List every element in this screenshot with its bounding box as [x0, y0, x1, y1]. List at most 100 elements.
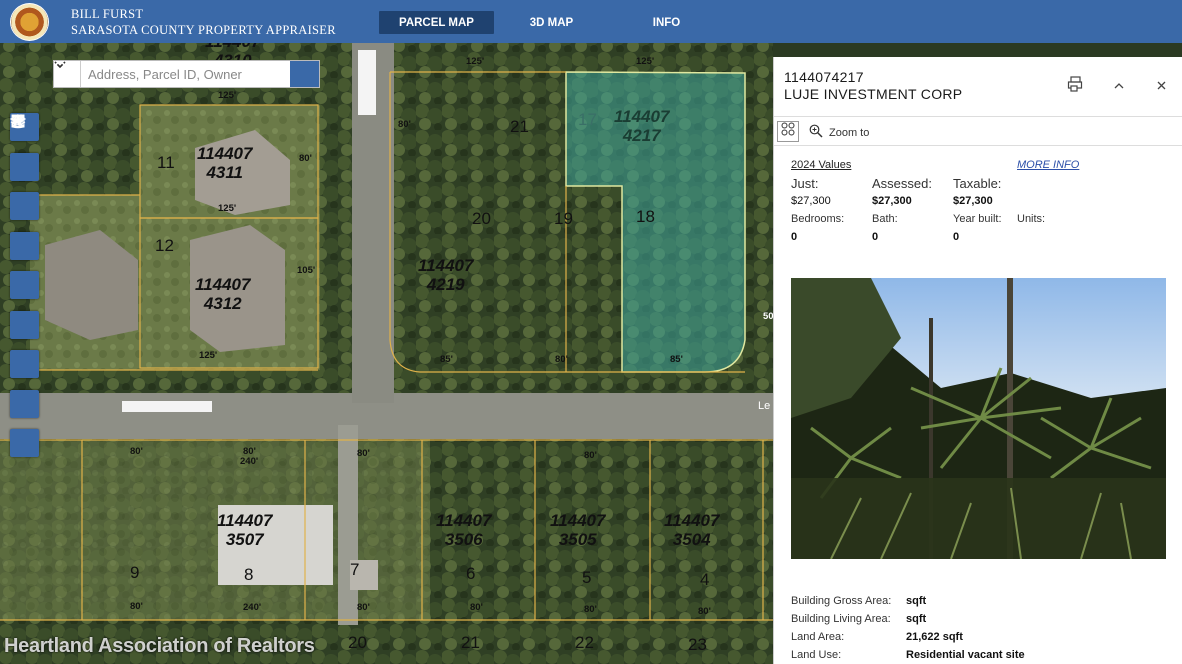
lot-number: 21	[461, 633, 480, 652]
tab-info[interactable]: INFO	[609, 11, 724, 34]
land-area-value: 21,622 sqft	[906, 631, 963, 643]
parcel-label-line1: 114407	[550, 511, 606, 530]
parcel-label-4217: 114407 4217	[614, 107, 669, 145]
lot-number: 6	[466, 564, 476, 583]
tab-parcel-map[interactable]: PARCEL MAP	[379, 11, 494, 34]
dimension-label: 240'	[240, 456, 259, 467]
lot-number: 9	[130, 563, 140, 582]
land-area-label: Land Area:	[791, 631, 845, 643]
parcel-label-4311: 114407 4311	[197, 144, 252, 182]
close-button[interactable]	[1152, 77, 1170, 95]
location-button[interactable]	[10, 115, 39, 457]
street-label: Le	[758, 400, 771, 412]
bedrooms-label: Bedrooms:	[791, 213, 845, 225]
parcel-id: 1144074217	[784, 69, 864, 85]
brand-office: SARASOTA COUNTY PROPERTY APPRAISER	[71, 23, 336, 37]
parcel-label-line1: 114407	[418, 256, 474, 275]
collapse-button[interactable]	[1110, 77, 1128, 95]
search-input[interactable]	[81, 61, 290, 87]
table-button[interactable]	[10, 115, 39, 418]
watermark: Heartland Association of Realtors	[4, 635, 315, 657]
search-bar	[53, 60, 320, 88]
dimension-label: 50	[763, 311, 773, 322]
dimension-label: 125'	[218, 90, 237, 101]
search-button[interactable]	[54, 61, 319, 87]
lot-number: 23	[688, 635, 707, 654]
lot-number: 11	[157, 153, 175, 172]
lot-number: 5	[582, 568, 592, 587]
lot-number: 22	[575, 633, 594, 652]
dimension-label: 105'	[297, 265, 316, 276]
parcel-label-line2: 4219	[426, 275, 465, 294]
dimension-label: 80'	[130, 601, 143, 612]
zoom-in-icon	[809, 124, 823, 141]
lot-number: 18	[636, 207, 655, 226]
zoom-to-label: Zoom to	[829, 126, 870, 139]
property-photo[interactable]	[791, 278, 1166, 559]
grid-icon	[781, 122, 795, 141]
top-header: BILL FURST SARASOTA COUNTY PROPERTY APPR…	[0, 0, 1182, 43]
parcel-label-line2: 4311	[206, 163, 244, 182]
building-gross-area-value: sqft	[906, 595, 927, 607]
dimension-label: 85'	[670, 354, 683, 365]
lot-number: 17	[578, 110, 597, 129]
parcel-label-line2: 3505	[558, 530, 597, 549]
dimension-label: 125'	[636, 56, 655, 67]
chevron-up-icon	[1114, 77, 1124, 95]
parcel-label-line2: 3504	[672, 530, 711, 549]
lot-number: 4	[700, 570, 710, 589]
draw-button[interactable]	[10, 116, 39, 260]
year-built-value: 0	[953, 231, 960, 243]
just-label: Just:	[791, 176, 819, 191]
lot-number: 8	[244, 565, 254, 584]
lot-number: 20	[472, 209, 491, 228]
assessed-value: $27,300	[872, 195, 912, 207]
dimension-label: 80'	[299, 153, 312, 164]
dimension-label: 125'	[218, 203, 237, 214]
measure-button[interactable]	[10, 114, 39, 220]
land-use-label: Land Use:	[791, 649, 842, 661]
building-living-area-label: Building Living Area:	[791, 613, 891, 625]
property-photo-image	[791, 278, 1166, 559]
dimension-label: 80'	[357, 602, 370, 613]
land-use-value: Residential vacant site	[906, 649, 1025, 661]
bath-label: Bath:	[872, 213, 898, 225]
building-living-area-value: sqft	[906, 613, 927, 625]
owner-name: LUJE INVESTMENT CORP	[784, 86, 963, 102]
dimension-label: 80'	[584, 604, 597, 615]
parcel-label-line2: 4217	[622, 126, 661, 145]
dimension-label: 125'	[199, 350, 218, 361]
dimension-label: 80'	[555, 354, 568, 365]
parcel-label-3504: 114407 3504	[664, 511, 719, 549]
tab-3d-map[interactable]: 3D MAP	[494, 11, 609, 34]
app-root: BILL FURST SARASOTA COUNTY PROPERTY APPR…	[0, 0, 1182, 664]
parcel-map[interactable]: 114407 4311 114407 4312 114407 4219 114407 4…	[0, 43, 773, 664]
dimension-label: 80'	[584, 450, 597, 461]
parcel-label-line1: 114407	[614, 107, 670, 126]
dimension-label: 80'	[243, 446, 256, 457]
print-button[interactable]	[10, 114, 39, 299]
parcel-label-4312: 114407 4312	[195, 275, 250, 313]
zoom-to-button[interactable]: Zoom to	[809, 124, 869, 141]
share-button[interactable]	[10, 114, 39, 339]
parcel-grid-button[interactable]	[777, 121, 799, 142]
lot-number: 12	[155, 236, 174, 255]
close-icon	[1157, 77, 1166, 95]
parcel-label-line2: 3507	[225, 530, 264, 549]
assessed-label: Assessed:	[872, 176, 932, 191]
parcel-label-line1: 114407	[195, 275, 251, 294]
dimension-label: 80'	[130, 446, 143, 457]
grid-button[interactable]	[10, 114, 39, 181]
year-built-label: Year built:	[953, 213, 1002, 225]
map-tools-button[interactable]	[10, 114, 39, 378]
more-info-link[interactable]: MORE INFO	[1017, 159, 1079, 171]
print-report-button[interactable]	[1066, 75, 1084, 95]
county-seal-logo	[10, 3, 49, 41]
values-year-title[interactable]: 2024 Values	[791, 159, 851, 171]
parcel-label-4219: 114407 4219	[418, 256, 473, 294]
parcel-label-line1: 114407	[197, 144, 253, 163]
parcel-label-line1: 114407	[217, 511, 273, 530]
units-label: Units:	[1017, 213, 1046, 225]
dimension-label: 80'	[470, 602, 483, 613]
dimension-label: 80'	[357, 448, 370, 459]
